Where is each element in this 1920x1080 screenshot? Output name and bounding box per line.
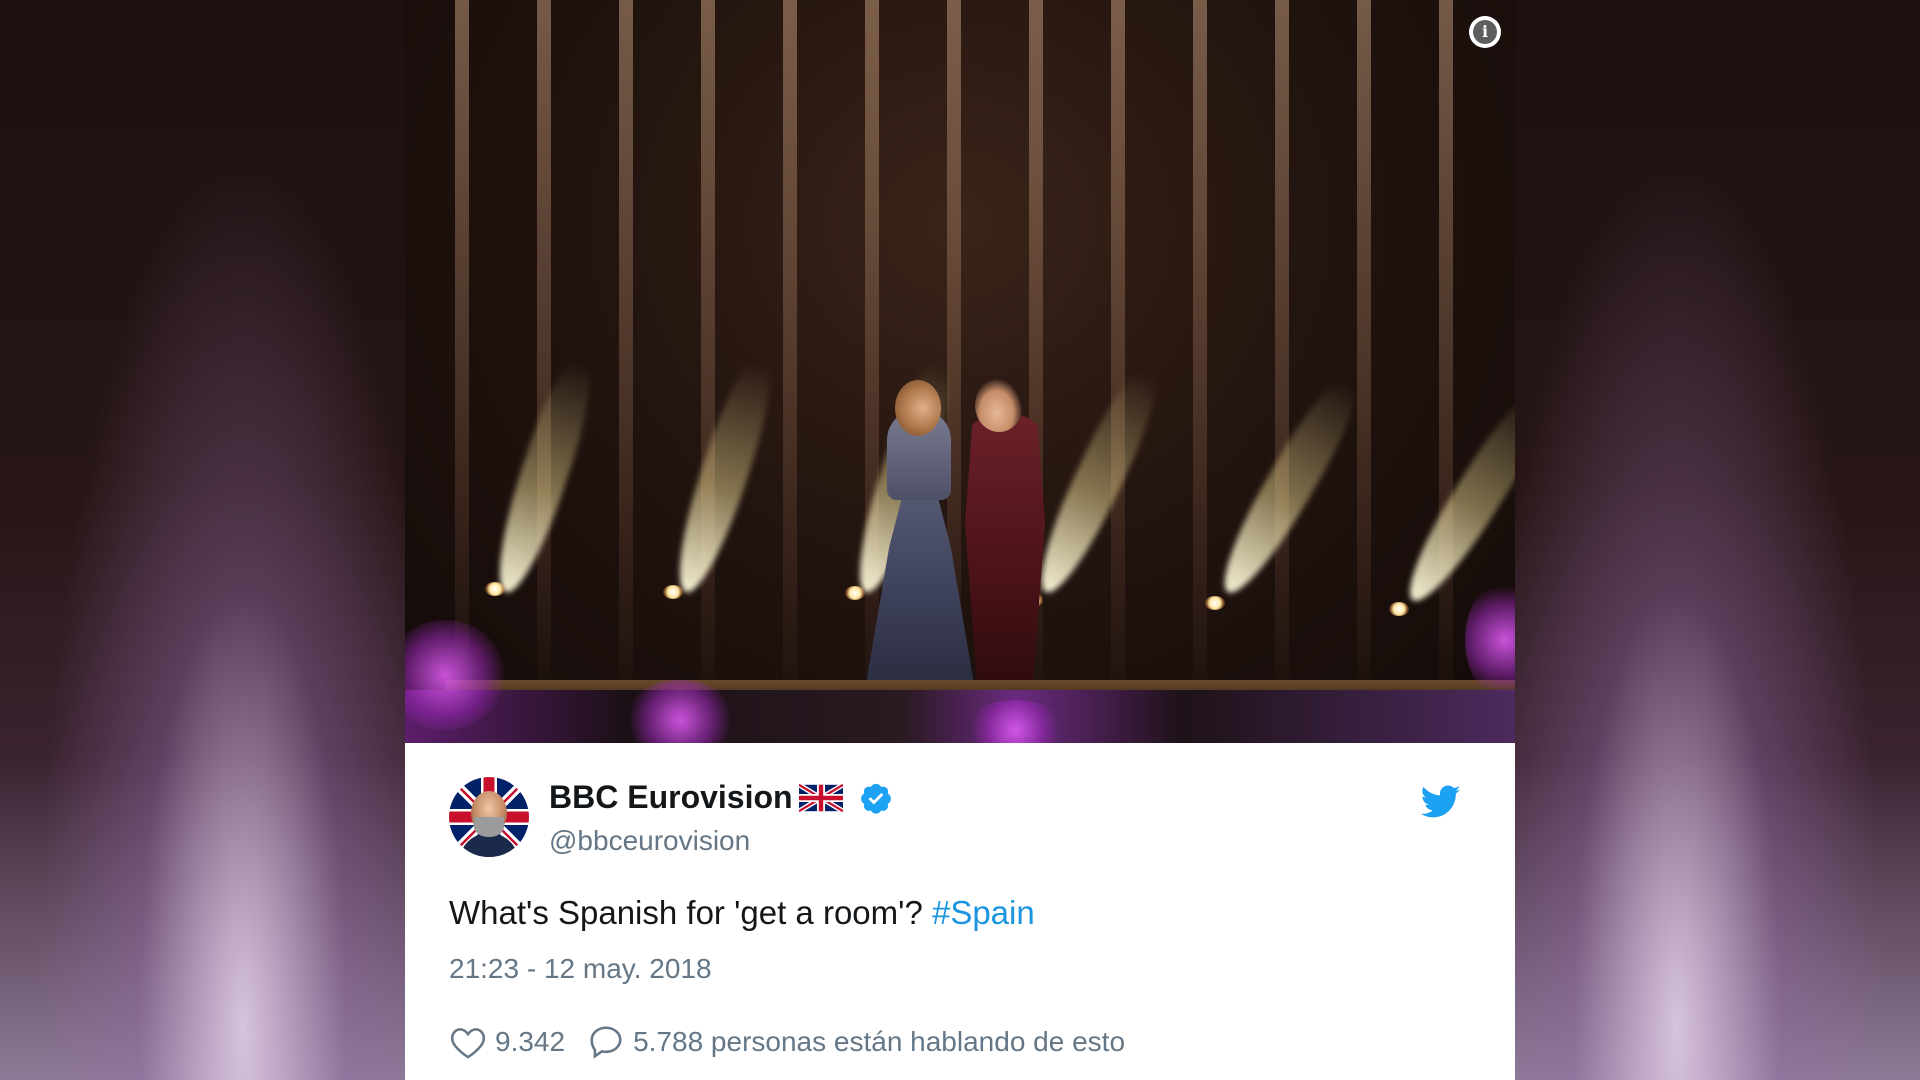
background-blur-left <box>0 0 405 1080</box>
stage-pillar <box>1193 0 1207 690</box>
tweet-body: BBC Eurovision @bbceurovision What's Spa… <box>405 743 1515 1061</box>
page: i BBC Eurovision @bbceurovision What's S… <box>0 0 1920 1080</box>
twitter-bird-icon[interactable] <box>1421 785 1461 819</box>
stage-pillar <box>1111 0 1125 690</box>
light-beam <box>1025 364 1169 602</box>
author-name-line[interactable]: BBC Eurovision <box>549 779 893 816</box>
heart-icon <box>450 1027 486 1059</box>
hashtag-link[interactable]: #Spain <box>932 894 1035 931</box>
tweet-card[interactable]: i BBC Eurovision @bbceurovision What's S… <box>405 0 1515 1080</box>
performer-man-head <box>975 378 1023 432</box>
performer-man-suit <box>965 415 1045 685</box>
info-icon-glyph: i <box>1473 20 1497 44</box>
avatar[interactable] <box>449 777 529 857</box>
conversation-action[interactable]: 5.788 personas están hablando de esto <box>587 1023 1125 1061</box>
conversation-count: 5.788 personas están hablando de esto <box>633 1025 1126 1057</box>
tweet-author[interactable]: BBC Eurovision @bbceurovision <box>449 777 1471 861</box>
stage-pillar <box>701 0 715 690</box>
tweet-photo[interactable]: i <box>405 0 1515 743</box>
background-blur-right <box>1515 0 1920 1080</box>
spotlight <box>1205 596 1225 610</box>
tweet-actions: 9.342 5.788 personas están hablando de e… <box>449 1023 1471 1061</box>
light-beam <box>664 356 783 600</box>
spotlight <box>845 586 865 600</box>
speech-bubble-icon <box>590 1026 622 1059</box>
info-icon[interactable]: i <box>1469 16 1501 48</box>
stage-pillar <box>1357 0 1371 690</box>
tweet-timestamp[interactable]: 21:23 - 12 may. 2018 <box>449 953 1471 985</box>
light-beam <box>1393 384 1515 613</box>
author-display-name[interactable]: BBC Eurovision <box>549 779 793 816</box>
verified-badge-icon <box>860 783 891 814</box>
author-handle[interactable]: @bbceurovision <box>549 825 750 857</box>
uk-flag-icon <box>798 783 843 812</box>
crowd <box>405 690 1515 743</box>
spotlight <box>663 585 683 599</box>
stage-pillar <box>783 0 797 690</box>
stage-pillar <box>1439 0 1453 690</box>
like-action[interactable]: 9.342 <box>449 1024 565 1060</box>
like-count: 9.342 <box>495 1025 566 1057</box>
performer-woman-head <box>895 380 941 436</box>
tweet-text-plain: What's Spanish for 'get a room'? <box>449 894 932 931</box>
stage-pillar <box>1275 0 1289 690</box>
spotlight <box>485 582 505 596</box>
tweet-text: What's Spanish for 'get a room'? #Spain <box>449 893 1471 933</box>
spotlight <box>1389 602 1409 616</box>
stage-pillar <box>455 0 469 690</box>
stage-pillar <box>537 0 551 690</box>
stage-pillar <box>619 0 633 690</box>
